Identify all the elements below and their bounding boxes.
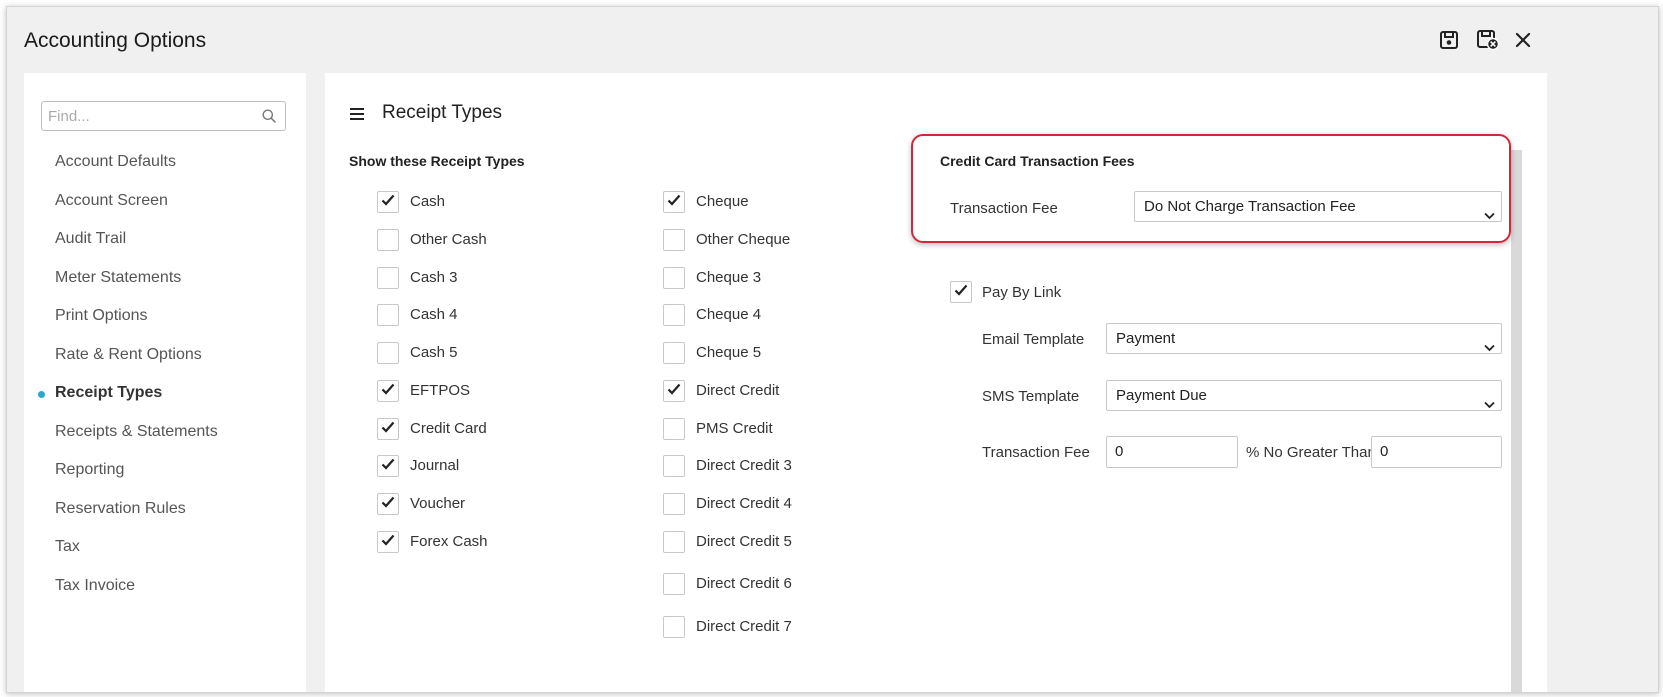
show-receipt-types-heading: Show these Receipt Types bbox=[349, 153, 525, 169]
email-template-label: Email Template bbox=[982, 331, 1085, 348]
other-cheque-label: Other Cheque bbox=[696, 231, 791, 248]
cheque-3-label: Cheque 3 bbox=[696, 269, 762, 286]
credit-card-checkbox[interactable] bbox=[377, 418, 399, 440]
cheque-label: Cheque bbox=[696, 193, 749, 210]
cheque-4-label: Cheque 4 bbox=[696, 306, 762, 323]
cash-4-label: Cash 4 bbox=[410, 306, 458, 323]
other-cash-label: Other Cash bbox=[410, 231, 487, 248]
cash-3-checkbox[interactable] bbox=[377, 267, 399, 289]
pbl-fee-input[interactable]: 0 bbox=[1106, 436, 1238, 468]
checkmark-icon bbox=[381, 193, 395, 211]
sidebar-item-rate-rent-options[interactable]: Rate & Rent Options bbox=[55, 346, 202, 364]
sidebar-item-tax-invoice[interactable]: Tax Invoice bbox=[55, 577, 135, 595]
journal-label: Journal bbox=[410, 457, 460, 474]
pms-credit-checkbox[interactable] bbox=[663, 418, 685, 440]
sidebar-item-receipt-types[interactable]: Receipt Types bbox=[55, 384, 162, 402]
direct-credit-7-checkbox[interactable] bbox=[663, 616, 685, 638]
search-icon[interactable] bbox=[262, 109, 276, 128]
cheque-5-checkbox[interactable] bbox=[663, 342, 685, 364]
accounting-options-window: Accounting Options Find... Account Defau… bbox=[6, 6, 1659, 693]
direct-credit-5-checkbox[interactable] bbox=[663, 531, 685, 553]
sidebar: Account Defaults Account Screen Audit Tr… bbox=[24, 73, 306, 692]
checkmark-icon bbox=[381, 420, 395, 438]
email-template-select[interactable]: Payment bbox=[1106, 323, 1502, 354]
cash-label: Cash bbox=[410, 193, 446, 210]
direct-credit-checkbox[interactable] bbox=[663, 380, 685, 402]
save-button[interactable] bbox=[1437, 30, 1461, 54]
checkmark-icon bbox=[381, 533, 395, 551]
cash-3-label: Cash 3 bbox=[410, 269, 458, 286]
direct-credit-label: Direct Credit bbox=[696, 382, 780, 399]
direct-credit-3-label: Direct Credit 3 bbox=[696, 457, 792, 474]
pbl-fee-label: Transaction Fee bbox=[982, 444, 1090, 461]
cash-4-checkbox[interactable] bbox=[377, 304, 399, 326]
forex-cash-checkbox[interactable] bbox=[377, 531, 399, 553]
pms-credit-label: PMS Credit bbox=[696, 420, 773, 437]
highlight-box bbox=[911, 134, 1511, 243]
no-greater-than-input[interactable]: 0 bbox=[1371, 436, 1502, 468]
save-icon bbox=[1439, 30, 1459, 55]
save-close-icon bbox=[1476, 29, 1500, 56]
sidebar-item-account-defaults[interactable]: Account Defaults bbox=[55, 153, 176, 171]
sidebar-item-account-screen[interactable]: Account Screen bbox=[55, 192, 168, 210]
sidebar-item-reservation-rules[interactable]: Reservation Rules bbox=[55, 500, 186, 518]
sidebar-item-receipts-statements[interactable]: Receipts & Statements bbox=[55, 423, 218, 441]
voucher-label: Voucher bbox=[410, 495, 466, 512]
cheque-5-label: Cheque 5 bbox=[696, 344, 762, 361]
other-cash-checkbox[interactable] bbox=[377, 229, 399, 251]
window-title: Accounting Options bbox=[24, 29, 207, 52]
direct-credit-7-label: Direct Credit 7 bbox=[696, 618, 792, 635]
page-title: Receipt Types bbox=[382, 102, 503, 123]
no-greater-than-label: % No Greater Than bbox=[1246, 444, 1376, 461]
checkmark-icon bbox=[381, 495, 395, 513]
save-and-close-button[interactable] bbox=[1476, 29, 1500, 56]
cash-5-label: Cash 5 bbox=[410, 344, 458, 361]
email-template-value: Payment bbox=[1116, 330, 1176, 347]
pay-by-link-label: Pay By Link bbox=[982, 284, 1062, 301]
checkmark-icon bbox=[954, 283, 968, 301]
checkmark-icon bbox=[667, 193, 681, 211]
credit-card-label: Credit Card bbox=[410, 420, 487, 437]
chevron-down-icon bbox=[1484, 333, 1495, 353]
direct-credit-4-label: Direct Credit 4 bbox=[696, 495, 792, 512]
find-input[interactable] bbox=[41, 101, 286, 131]
sidebar-item-tax[interactable]: Tax bbox=[55, 538, 80, 556]
checkmark-icon bbox=[381, 382, 395, 400]
cash-5-checkbox[interactable] bbox=[377, 342, 399, 364]
direct-credit-6-checkbox[interactable] bbox=[663, 573, 685, 595]
sms-template-label: SMS Template bbox=[982, 388, 1080, 405]
sidebar-item-print-options[interactable]: Print Options bbox=[55, 307, 147, 325]
cheque-3-checkbox[interactable] bbox=[663, 267, 685, 289]
pay-by-link-checkbox[interactable] bbox=[950, 281, 972, 303]
sms-template-value: Payment Due bbox=[1116, 387, 1207, 404]
cheque-4-checkbox[interactable] bbox=[663, 304, 685, 326]
chevron-down-icon bbox=[1484, 390, 1495, 410]
cash-checkbox[interactable] bbox=[377, 191, 399, 213]
menu-icon[interactable] bbox=[349, 107, 365, 126]
other-cheque-checkbox[interactable] bbox=[663, 229, 685, 251]
sidebar-item-reporting[interactable]: Reporting bbox=[55, 461, 124, 479]
forex-cash-label: Forex Cash bbox=[410, 533, 488, 550]
close-button[interactable] bbox=[1511, 30, 1535, 54]
cheque-checkbox[interactable] bbox=[663, 191, 685, 213]
voucher-checkbox[interactable] bbox=[377, 493, 399, 515]
sidebar-item-audit-trail[interactable]: Audit Trail bbox=[55, 230, 126, 248]
direct-credit-3-checkbox[interactable] bbox=[663, 455, 685, 477]
eftpos-checkbox[interactable] bbox=[377, 380, 399, 402]
journal-checkbox[interactable] bbox=[377, 455, 399, 477]
close-icon bbox=[1514, 31, 1532, 54]
direct-credit-5-label: Direct Credit 5 bbox=[696, 533, 792, 550]
scrollbar[interactable] bbox=[1511, 150, 1522, 692]
eftpos-label: EFTPOS bbox=[410, 382, 471, 399]
direct-credit-6-label: Direct Credit 6 bbox=[696, 575, 792, 592]
direct-credit-4-checkbox[interactable] bbox=[663, 493, 685, 515]
active-indicator-dot bbox=[38, 391, 45, 398]
checkmark-icon bbox=[381, 457, 395, 475]
sidebar-item-meter-statements[interactable]: Meter Statements bbox=[55, 269, 181, 287]
checkmark-icon bbox=[667, 382, 681, 400]
sms-template-select[interactable]: Payment Due bbox=[1106, 380, 1502, 411]
